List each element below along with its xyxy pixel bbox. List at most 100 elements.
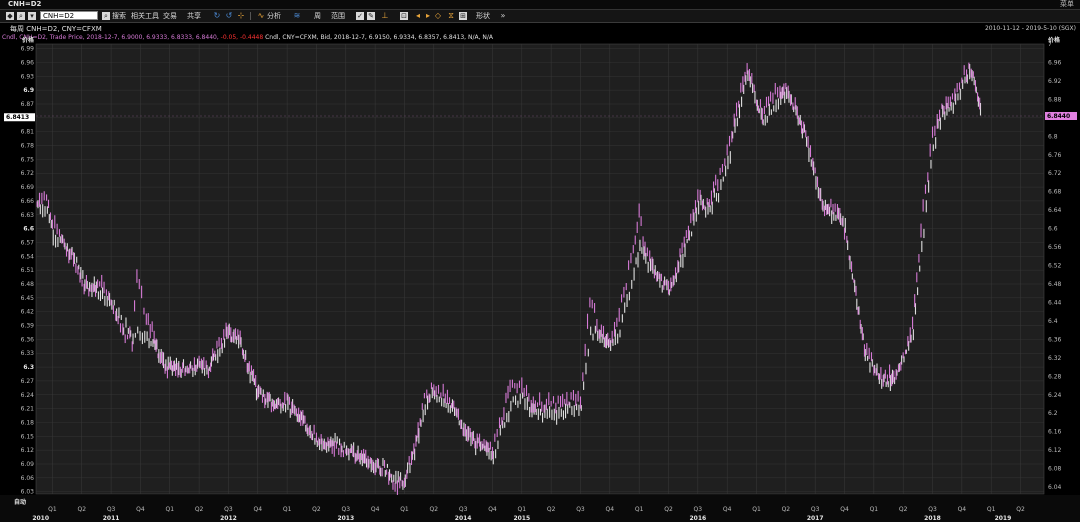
- x-tick-quarter: Q4: [136, 506, 145, 513]
- y-tick-label-left: 6.12: [21, 447, 35, 454]
- y-tick-label-left: 6.03: [21, 489, 35, 496]
- y-tick-label-right: 6.6: [1048, 226, 1058, 233]
- y-tick-label-right: 6.76: [1048, 152, 1062, 159]
- y-tick-label-left: 6.39: [21, 323, 35, 330]
- x-tick-quarter: Q4: [840, 506, 849, 513]
- x-tick-year: 2018: [924, 515, 941, 522]
- y-tick-label-right: 6.8: [1048, 133, 1058, 140]
- y-tick-label-left: 6.9: [23, 87, 34, 94]
- x-tick-quarter: Q4: [488, 506, 497, 513]
- y-tick-label-left: 6.78: [21, 143, 35, 150]
- y-tick-label-left: 6.51: [21, 267, 35, 274]
- left-badge-text: 6.8413: [6, 114, 29, 121]
- x-tick-year: 2010: [32, 515, 49, 522]
- y-tick-label-right: 6.68: [1048, 189, 1062, 196]
- y-tick-label-left: 6.87: [21, 101, 35, 108]
- x-tick-quarter: Q2: [1016, 506, 1025, 513]
- y-tick-label-right: 6.44: [1048, 299, 1062, 306]
- y-tick-label-left: 6.06: [21, 475, 35, 482]
- x-axis-band: [0, 495, 1080, 522]
- plot-area[interactable]: [35, 43, 1045, 495]
- y-tick-label-right: 6.88: [1048, 96, 1062, 103]
- x-tick-quarter: Q1: [166, 506, 175, 513]
- y-tick-label-left: 6.6: [23, 226, 34, 233]
- y-tick-label-right: 6.72: [1048, 170, 1062, 177]
- x-tick-year: 2017: [807, 515, 824, 522]
- y-tick-label-right: 6.32: [1048, 355, 1062, 362]
- y-tick-label-left: 6.09: [21, 461, 35, 468]
- y-tick-label-right: 6.24: [1048, 392, 1062, 399]
- y-tick-label-right: 6.96: [1048, 59, 1062, 66]
- y-tick-label-right: 6.12: [1048, 447, 1062, 454]
- y-tick-label-left: 6.45: [21, 295, 35, 302]
- y-tick-label-left: 6.33: [21, 350, 35, 357]
- x-tick-quarter: Q1: [400, 506, 409, 513]
- y-tick-label-right: 6.16: [1048, 429, 1062, 436]
- y-tick-label-right: 6.36: [1048, 336, 1062, 343]
- x-tick-quarter: Q1: [987, 506, 996, 513]
- x-tick-quarter: Q3: [224, 506, 233, 513]
- y-tick-label-left: 6.24: [21, 392, 35, 399]
- x-tick-quarter: Q3: [107, 506, 116, 513]
- x-tick-year: 2016: [689, 515, 706, 522]
- x-tick-year: 2011: [103, 515, 120, 522]
- y-tick-label-left: 6.21: [21, 406, 35, 413]
- x-tick-quarter: Q2: [782, 506, 791, 513]
- y-tick-label-left: 6.15: [21, 433, 35, 440]
- y-tick-label-right: 6.28: [1048, 373, 1062, 380]
- x-tick-year: 2015: [513, 515, 530, 522]
- y-tick-label-left: 6.81: [21, 129, 35, 136]
- y-tick-label-left: 6.18: [21, 419, 35, 426]
- x-tick-year: 2014: [455, 515, 472, 522]
- x-tick-quarter: Q4: [606, 506, 615, 513]
- left-axis-title: 价格: [22, 36, 35, 44]
- x-tick-quarter: Q4: [254, 506, 263, 513]
- x-tick-quarter: Q1: [752, 506, 761, 513]
- x-tick-quarter: Q4: [371, 506, 380, 513]
- y-tick-label-left: 6.57: [21, 239, 35, 246]
- y-tick-label-right: 6.64: [1048, 207, 1062, 214]
- y-tick-label-left: 6.63: [21, 212, 35, 219]
- y-tick-label-right: 6.08: [1048, 466, 1062, 473]
- y-tick-label-left: 6.69: [21, 184, 35, 191]
- x-tick-quarter: Q2: [312, 506, 321, 513]
- x-tick-quarter: Q2: [899, 506, 908, 513]
- x-tick-quarter: Q2: [77, 506, 86, 513]
- x-tick-quarter: Q3: [576, 506, 585, 513]
- y-tick-label-left: 6.72: [21, 170, 35, 177]
- y-tick-label-left: 6.42: [21, 309, 35, 316]
- y-tick-label-left: 6.48: [21, 281, 35, 288]
- x-tick-quarter: Q3: [928, 506, 937, 513]
- y-tick-label-right: 6.04: [1048, 484, 1062, 491]
- y-tick-label-right: 6.92: [1048, 78, 1062, 85]
- last-price-badge-text: 6.8440: [1047, 113, 1070, 120]
- x-tick-quarter: Q1: [48, 506, 57, 513]
- x-tick-quarter: Q3: [342, 506, 351, 513]
- y-tick-label-left: 6.75: [21, 156, 35, 163]
- y-tick-label-right: 6.56: [1048, 244, 1062, 251]
- y-tick-label-left: 6.99: [21, 46, 35, 53]
- y-tick-label-right: 6.4: [1048, 318, 1058, 325]
- x-tick-quarter: Q2: [664, 506, 673, 513]
- x-tick-quarter: Q1: [870, 506, 879, 513]
- x-tick-quarter: Q2: [195, 506, 204, 513]
- x-tick-quarter: Q2: [430, 506, 439, 513]
- y-tick-label-left: 6.54: [21, 253, 35, 260]
- y-tick-label-right: 6.52: [1048, 263, 1062, 270]
- x-tick-quarter: Q1: [283, 506, 292, 513]
- y-tick-label-left: 6.66: [21, 198, 35, 205]
- x-tick-quarter: Q2: [547, 506, 556, 513]
- right-axis-title: 价格: [1048, 36, 1061, 44]
- x-tick-quarter: Q3: [694, 506, 703, 513]
- price-chart[interactable]: 6.996.966.936.96.876.846.816.786.756.726…: [0, 0, 1080, 522]
- y-tick-label-right: 6.2: [1048, 410, 1058, 417]
- y-tick-label-left: 6.93: [21, 73, 35, 80]
- auto-scale-label: 自动: [14, 498, 26, 506]
- x-tick-year: 2012: [220, 515, 237, 522]
- x-tick-quarter: Q3: [459, 506, 468, 513]
- x-tick-quarter: Q3: [811, 506, 820, 513]
- y-tick-label-right: 6.48: [1048, 281, 1062, 288]
- x-tick-quarter: Q4: [958, 506, 967, 513]
- x-tick-quarter: Q1: [635, 506, 644, 513]
- x-tick-quarter: Q4: [723, 506, 732, 513]
